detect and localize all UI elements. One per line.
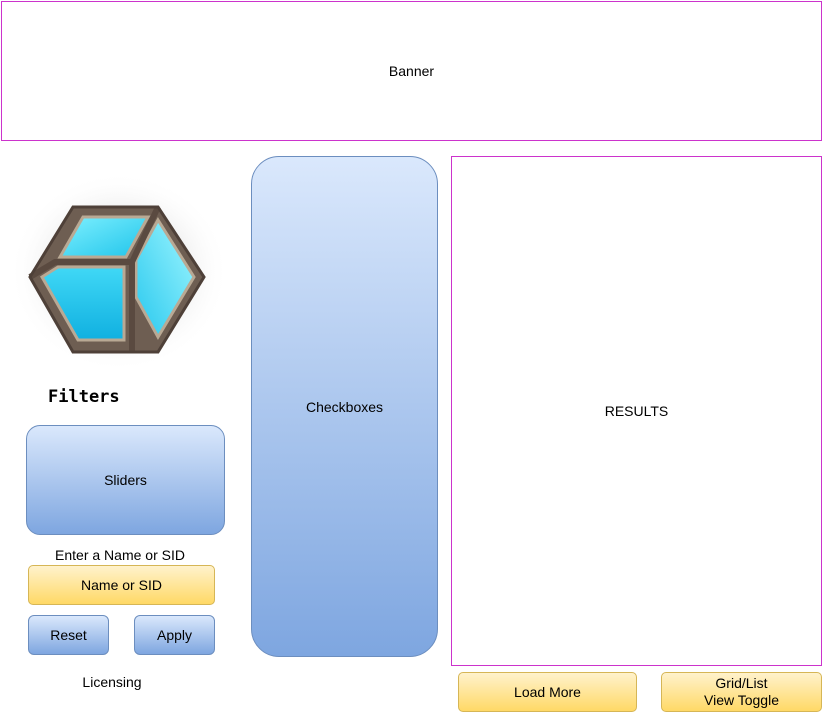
checkboxes-panel[interactable]: Checkboxes [251, 156, 438, 657]
name-or-sid-input[interactable]: Name or SID [28, 565, 215, 605]
reset-label: Reset [50, 627, 87, 643]
reset-button[interactable]: Reset [28, 615, 109, 655]
filters-heading: Filters [48, 387, 120, 407]
licensing-link[interactable]: Licensing [40, 672, 184, 692]
view-toggle-button[interactable]: Grid/List View Toggle [661, 672, 822, 712]
apply-button[interactable]: Apply [134, 615, 215, 655]
sliders-label: Sliders [104, 472, 147, 488]
checkboxes-label: Checkboxes [305, 398, 384, 415]
view-toggle-line2: View Toggle [704, 692, 779, 708]
results-panel: RESULTS [451, 156, 822, 666]
name-input-label: Name or SID [81, 577, 162, 593]
name-prompt-label: Enter a Name or SID [55, 547, 185, 563]
apply-label: Apply [156, 627, 193, 643]
results-label: RESULTS [604, 403, 669, 419]
load-more-button[interactable]: Load More [458, 672, 637, 712]
banner: Banner [1, 1, 822, 141]
cube-logo-icon [8, 172, 230, 372]
load-more-label: Load More [514, 684, 581, 700]
banner-label: Banner [388, 63, 435, 79]
view-toggle-line1: Grid/List [715, 675, 768, 691]
sliders-panel[interactable]: Sliders [26, 425, 225, 535]
